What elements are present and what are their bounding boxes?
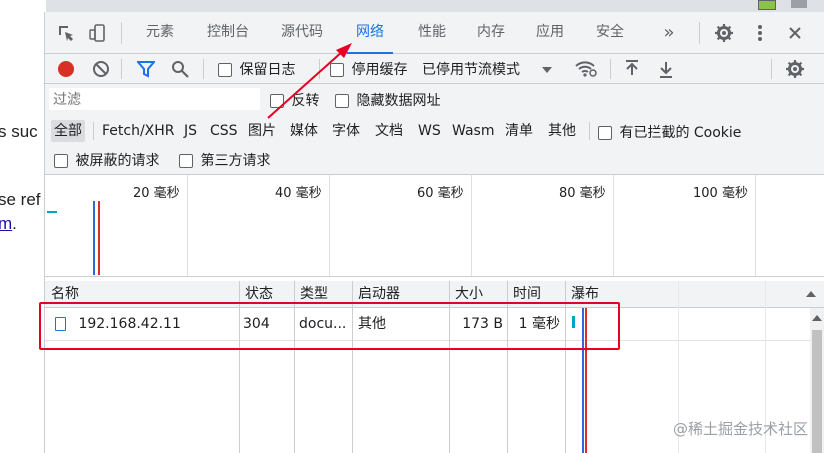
watermark: @稀土掘金技术社区 — [672, 420, 808, 438]
annotation-arrow — [267, 43, 352, 119]
